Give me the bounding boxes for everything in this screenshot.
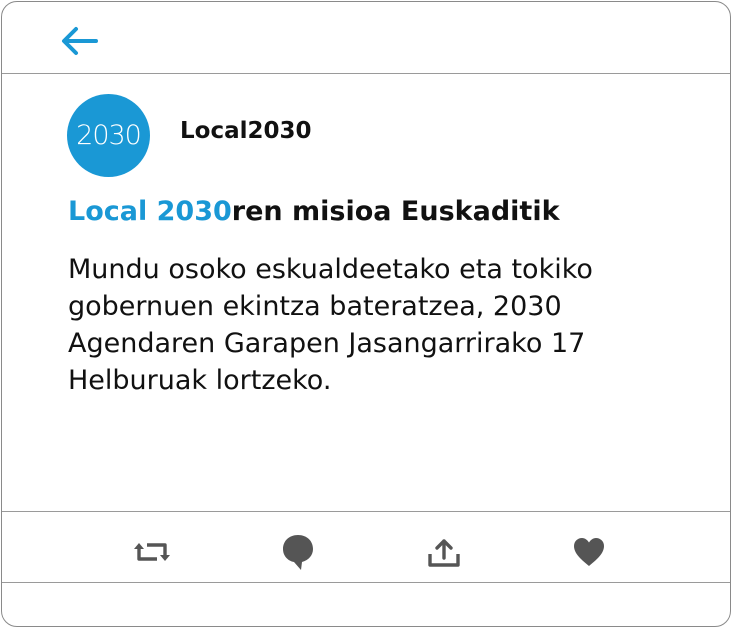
arrow-left-icon bbox=[62, 27, 98, 55]
retweet-icon bbox=[134, 543, 170, 561]
account-name[interactable]: Local2030 bbox=[180, 118, 312, 144]
post-title-accent: Local 2030 bbox=[68, 196, 232, 227]
actions-bottom-divider bbox=[2, 582, 730, 583]
reply-button[interactable] bbox=[278, 532, 318, 572]
post-body: Mundu osoko eskualdeetako eta tokiko gob… bbox=[68, 254, 593, 396]
actions-top-divider bbox=[2, 511, 730, 512]
share-button[interactable] bbox=[424, 532, 464, 572]
retweet-button[interactable] bbox=[132, 532, 172, 572]
post-title-rest: ren misioa Euskaditik bbox=[231, 196, 560, 227]
reply-icon bbox=[283, 535, 313, 570]
header-divider bbox=[2, 73, 730, 74]
avatar-text: 2030 bbox=[76, 120, 142, 151]
post-title: Local 2030ren misioa Euskaditik bbox=[68, 196, 560, 227]
like-button[interactable] bbox=[569, 532, 609, 572]
share-icon bbox=[428, 539, 460, 567]
like-icon bbox=[574, 538, 604, 566]
avatar[interactable]: 2030 bbox=[67, 94, 150, 177]
back-button[interactable] bbox=[58, 24, 100, 58]
tweet-card: 2030 Local2030 Local 2030ren misioa Eusk… bbox=[1, 1, 731, 627]
